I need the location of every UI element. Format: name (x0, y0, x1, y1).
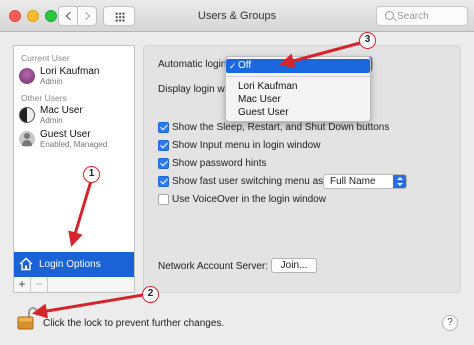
help-button[interactable]: ? (442, 315, 458, 331)
menu-item-off[interactable]: ✓ Off (226, 59, 370, 73)
title-bar: Users & Groups (0, 0, 474, 32)
menu-item-guest-user[interactable]: Guest User (226, 106, 370, 120)
show-sleep-restart-checkbox[interactable] (158, 122, 169, 133)
search-icon (385, 11, 394, 20)
other-users-header: Other Users (21, 93, 67, 103)
user-item-lori-kaufman[interactable]: Lori Kaufman Admin (19, 65, 135, 89)
unlocked-padlock-icon[interactable] (17, 306, 37, 330)
fast-switch-value: Full Name (330, 176, 376, 187)
callout-3: 3 (359, 32, 376, 49)
show-password-hints-checkbox[interactable] (158, 158, 169, 169)
network-server-label: Network Account Server: (158, 261, 269, 272)
user-avatar (19, 68, 35, 84)
add-remove-bar: + − (13, 277, 135, 293)
show-input-menu-label: Show Input menu in login window (172, 140, 321, 151)
user-name: Lori Kaufman (40, 66, 100, 77)
menu-item-lori-kaufman[interactable]: Lori Kaufman (226, 80, 370, 94)
user-role: Admin (40, 116, 63, 125)
automatic-login-menu: ✓ Off Lori Kaufman Mac User Guest User (225, 56, 371, 122)
user-role: Enabled, Managed (40, 140, 108, 149)
current-user-header: Current User (21, 53, 70, 63)
lock-text: Click the lock to prevent further change… (43, 318, 225, 329)
user-item-mac-user[interactable]: Mac User Admin (19, 104, 135, 128)
add-user-button[interactable]: + (14, 277, 31, 292)
join-button[interactable]: Join... (271, 258, 317, 273)
user-name: Mac User (40, 105, 83, 116)
voiceover-checkbox[interactable] (158, 194, 169, 205)
menu-divider (226, 76, 370, 77)
login-options-label: Login Options (39, 259, 101, 270)
house-icon (19, 257, 33, 271)
show-password-hints-label: Show password hints (172, 158, 267, 169)
checkmark-icon: ✓ (229, 61, 237, 71)
search-input[interactable] (397, 9, 465, 23)
voiceover-label: Use VoiceOver in the login window (172, 194, 326, 205)
login-options-item[interactable]: Login Options (14, 252, 134, 277)
menu-item-label: Off (238, 60, 252, 71)
menu-item-mac-user[interactable]: Mac User (226, 93, 370, 107)
user-avatar (19, 131, 35, 147)
user-name: Guest User (40, 129, 91, 140)
automatic-login-label: Automatic login: (158, 59, 230, 70)
show-input-menu-checkbox[interactable] (158, 140, 169, 151)
popup-arrows-icon (393, 175, 406, 188)
search-field[interactable] (376, 6, 468, 26)
callout-2: 2 (142, 286, 159, 303)
users-sidebar: Current User Lori Kaufman Admin Other Us… (13, 45, 135, 277)
callout-1: 1 (83, 166, 100, 183)
user-avatar (19, 107, 35, 123)
fast-switch-select[interactable]: Full Name (323, 174, 407, 189)
remove-user-button[interactable]: − (31, 277, 48, 292)
show-sleep-restart-label: Show the Sleep, Restart, and Shut Down b… (172, 122, 390, 133)
user-item-guest-user[interactable]: Guest User Enabled, Managed (19, 128, 135, 152)
user-role: Admin (40, 77, 63, 86)
fast-user-switching-checkbox[interactable] (158, 176, 169, 187)
fast-user-switching-label: Show fast user switching menu as (172, 176, 324, 187)
